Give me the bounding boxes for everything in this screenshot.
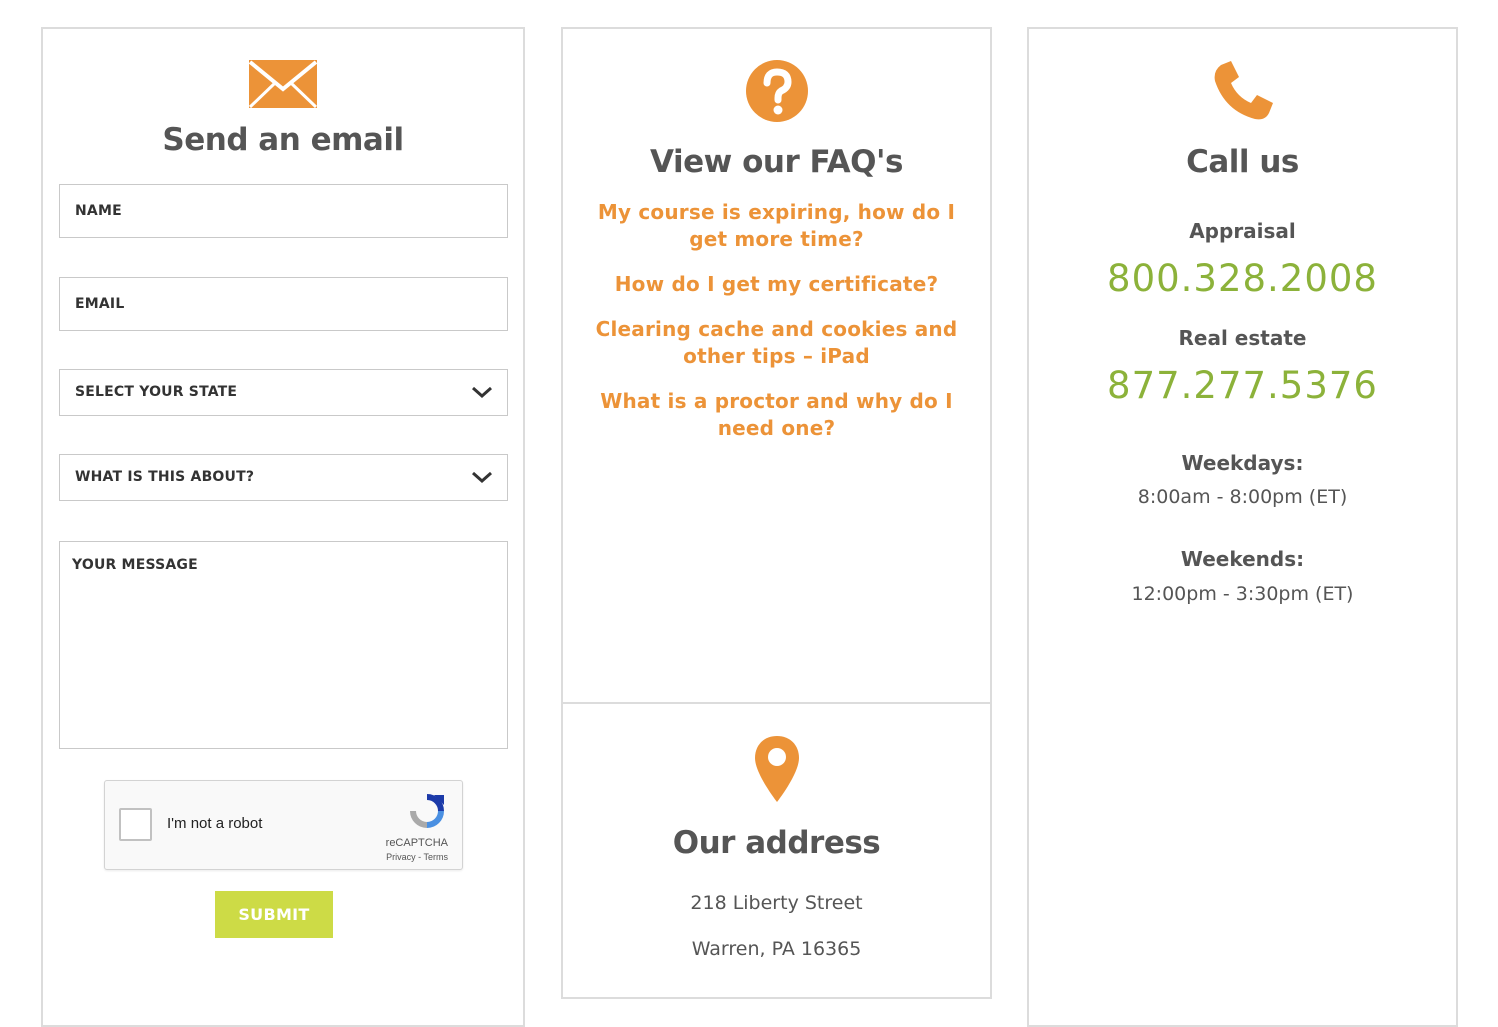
envelope-icon	[43, 59, 523, 113]
chevron-down-icon	[472, 386, 492, 399]
topic-select[interactable]: WHAT IS THIS ABOUT?	[59, 454, 508, 501]
address-line-1: 218 Liberty Street	[690, 892, 863, 914]
faq-link[interactable]: What is a proctor and why do I need one?	[583, 388, 970, 442]
chevron-down-icon	[472, 471, 492, 484]
address-line-2: Warren, PA 16365	[691, 938, 862, 960]
realestate-label: Real estate	[1178, 326, 1307, 350]
email-panel: Send an email NAME EMAIL SELECT YOUR STA…	[41, 27, 525, 1027]
faq-panel: View our FAQ's My course is expiring, ho…	[561, 27, 992, 704]
address-title: Our address	[672, 825, 881, 861]
call-title: Call us	[1186, 144, 1299, 180]
realestate-phone[interactable]: 877.277.5376	[1029, 364, 1456, 407]
recaptcha-widget: I'm not a robot reCAPTCHA Privacy - Term…	[104, 780, 463, 870]
address-panel: Our address 218 Liberty Street Warren, P…	[561, 702, 992, 999]
phone-icon	[1029, 59, 1456, 127]
faq-link[interactable]: My course is expiring, how do I get more…	[583, 199, 970, 253]
email-input[interactable]: EMAIL	[59, 277, 508, 331]
appraisal-label: Appraisal	[1189, 219, 1296, 243]
map-pin-icon	[563, 734, 990, 808]
recaptcha-logo-icon	[410, 794, 444, 828]
weekends-hours: 12:00pm - 3:30pm (ET)	[1131, 583, 1354, 605]
state-select-label: SELECT YOUR STATE	[75, 384, 238, 400]
name-placeholder: NAME	[75, 203, 122, 219]
faq-list: My course is expiring, how do I get more…	[583, 199, 970, 460]
recaptcha-links[interactable]: Privacy - Terms	[358, 852, 448, 862]
name-input[interactable]: NAME	[59, 184, 508, 238]
question-circle-icon	[563, 59, 990, 127]
weekends-label: Weekends:	[1180, 547, 1305, 571]
appraisal-phone[interactable]: 800.328.2008	[1029, 257, 1456, 300]
faq-link[interactable]: Clearing cache and cookies and other tip…	[583, 316, 970, 370]
email-title: Send an email	[162, 122, 404, 158]
email-placeholder: EMAIL	[75, 296, 125, 312]
weekdays-label: Weekdays:	[1181, 451, 1304, 475]
recaptcha-checkbox[interactable]	[119, 808, 152, 841]
recaptcha-brand: reCAPTCHA	[385, 837, 448, 849]
state-select[interactable]: SELECT YOUR STATE	[59, 369, 508, 416]
recaptcha-label: I'm not a robot	[167, 815, 263, 832]
faq-link[interactable]: How do I get my certificate?	[583, 271, 970, 298]
faq-title: View our FAQ's	[650, 144, 903, 180]
message-placeholder: YOUR MESSAGE	[72, 557, 198, 573]
call-panel: Call us Appraisal 800.328.2008 Real esta…	[1027, 27, 1458, 1027]
topic-select-label: WHAT IS THIS ABOUT?	[75, 469, 255, 485]
message-textarea[interactable]: YOUR MESSAGE	[59, 541, 508, 749]
submit-button[interactable]: SUBMIT	[215, 891, 333, 938]
weekdays-hours: 8:00am - 8:00pm (ET)	[1137, 486, 1348, 508]
